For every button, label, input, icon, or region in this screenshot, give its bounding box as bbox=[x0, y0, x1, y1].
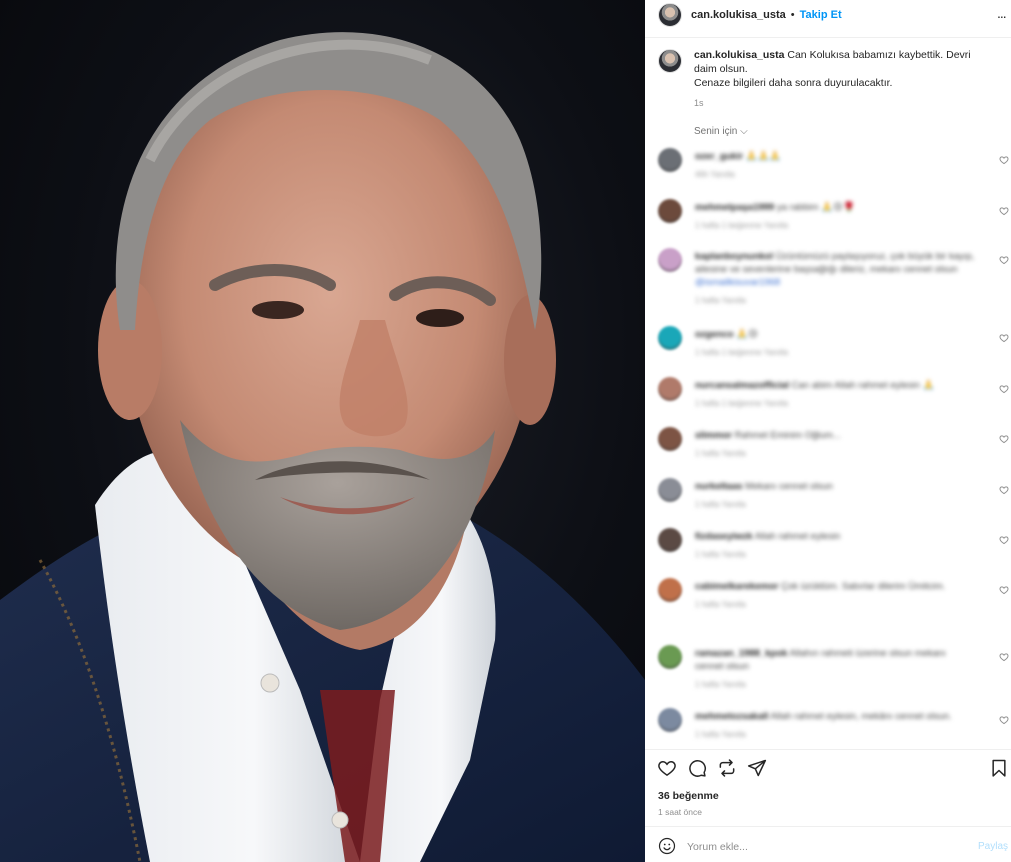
comment-like-icon[interactable] bbox=[999, 434, 1009, 444]
commenter-username[interactable]: mehmetozsakall bbox=[695, 711, 768, 722]
caption-time: 1s bbox=[694, 98, 704, 108]
more-options-icon[interactable]: ... bbox=[997, 6, 1011, 20]
post-photo[interactable] bbox=[0, 0, 645, 862]
action-bar bbox=[645, 758, 1011, 780]
comment-meta[interactable]: 1 hafta Yanıtla bbox=[695, 498, 975, 511]
header-separator: • bbox=[790, 9, 795, 21]
comment-box-divider bbox=[645, 826, 1011, 827]
emoji-icon[interactable] bbox=[658, 837, 676, 855]
comment-meta[interactable]: 1 hafta 1 beğenme Yanıtla bbox=[695, 346, 975, 359]
commenter-username[interactable]: nurcansalmazofficial bbox=[695, 380, 789, 391]
comment-meta[interactable]: 1 hafta Yanıtla bbox=[695, 447, 975, 460]
commenter-username[interactable]: kaplanboynunkol bbox=[695, 251, 773, 262]
comment-like-icon[interactable] bbox=[999, 485, 1009, 495]
commenter-username[interactable]: fizdaseyiwzk bbox=[695, 531, 753, 542]
post-caption: can.kolukisa_usta Can Kolukısa babamızı … bbox=[658, 48, 1003, 110]
comment-body: cabimelkarekemor Çok üzüldüm. Sabırlar d… bbox=[695, 580, 975, 611]
comment-body: slimmor Rahmet Eminim Oğlum... 1 hafta Ya… bbox=[695, 429, 975, 460]
actions-divider bbox=[645, 749, 1011, 750]
commenter-username[interactable]: mehmetpaşa1999 bbox=[695, 202, 774, 213]
commenter-avatar[interactable] bbox=[658, 148, 682, 172]
comment-meta[interactable]: 1 hafta Yanıtla bbox=[695, 678, 975, 691]
commenter-avatar[interactable] bbox=[658, 578, 682, 602]
comment-body: mehmetozsakall Allah rahmet eylesin, mek… bbox=[695, 710, 975, 741]
commenter-avatar[interactable] bbox=[658, 528, 682, 552]
post-comment-button[interactable]: Paylaş bbox=[978, 841, 1008, 852]
comment-body: ozer_gukir 🙏🙏🙏 46h Yanıtla bbox=[695, 150, 975, 181]
comment-body: fizdaseyiwzk Allah rahmet eylesin 1 hafta… bbox=[695, 530, 975, 561]
commenter-username[interactable]: ozgenco bbox=[695, 329, 734, 340]
header-divider bbox=[645, 37, 1011, 38]
comment-like-icon[interactable] bbox=[999, 715, 1009, 725]
commenter-username[interactable]: ramazan_1988_kpok bbox=[695, 648, 787, 659]
comment-input[interactable] bbox=[687, 837, 967, 857]
comment-meta[interactable]: 1 hafta Yanıtla bbox=[695, 294, 975, 307]
commenter-avatar[interactable] bbox=[658, 645, 682, 669]
commenter-avatar[interactable] bbox=[658, 326, 682, 350]
commenter-avatar[interactable] bbox=[658, 478, 682, 502]
comment-mention[interactable]: @ismailkisuvar1968 bbox=[695, 277, 780, 288]
comment-body: mehmetpaşa1999 ya rabbim 🙏😢🌹 1 hafta 1 be… bbox=[695, 201, 975, 232]
comment-body: ramazan_1988_kpok Allahın rahmeti üzerin… bbox=[695, 647, 975, 691]
comment-like-icon[interactable] bbox=[999, 333, 1009, 343]
author-avatar[interactable] bbox=[658, 3, 682, 27]
author-username[interactable]: can.kolukisa_usta bbox=[691, 9, 786, 21]
comment-like-icon[interactable] bbox=[999, 535, 1009, 545]
follow-button[interactable]: Takip Et bbox=[800, 9, 842, 21]
commenter-username[interactable]: ozer_gukir bbox=[695, 151, 743, 162]
commenter-avatar[interactable] bbox=[658, 248, 682, 272]
comment-like-icon[interactable] bbox=[999, 384, 1009, 394]
share-icon[interactable] bbox=[747, 758, 767, 778]
comment-meta[interactable]: 1 hafta 1 beğenme Yanıtla bbox=[695, 219, 975, 232]
comment-sort-dropdown[interactable]: Senin için ⌵ bbox=[694, 126, 748, 137]
comment-like-icon[interactable] bbox=[999, 585, 1009, 595]
comment-like-icon[interactable] bbox=[999, 155, 1009, 165]
heart-icon[interactable] bbox=[657, 758, 677, 778]
caption-line-2: Cenaze bilgileri daha sonra duyurulacakt… bbox=[694, 77, 893, 89]
commenter-avatar[interactable] bbox=[658, 199, 682, 223]
comment-text: Rahmet Eminim Oğlum... bbox=[734, 430, 841, 441]
comment-body: nurcansalmazofficial Can abim Allah rahm… bbox=[695, 379, 975, 410]
likes-count[interactable]: 36 beğenme bbox=[658, 790, 719, 802]
comment-body: nurkeltaas Mekanı cennet olsun 1 hafta Ya… bbox=[695, 480, 975, 511]
comment-meta[interactable]: 1 hafta 1 beğenme Yanıtla bbox=[695, 397, 975, 410]
post-header: can.kolukisa_usta • Takip Et ... bbox=[645, 0, 1011, 30]
comment-like-icon[interactable] bbox=[999, 206, 1009, 216]
comment-body: ozgenco 🙏😢 1 hafta 1 beğenme Yanıtla bbox=[695, 328, 975, 359]
repost-icon[interactable] bbox=[717, 758, 737, 778]
commenter-username[interactable]: slimmor bbox=[695, 430, 732, 441]
comment-body: kaplanboynunkol Üzüntümüzü paylaşıyoruz,… bbox=[695, 250, 975, 307]
comment-meta[interactable]: 1 hafta Yanıtla bbox=[695, 598, 975, 611]
commenter-username[interactable]: nurkeltaas bbox=[695, 481, 743, 492]
comment-meta[interactable]: 1 hafta Yanıtla bbox=[695, 728, 975, 741]
comment-text: Mekanı cennet olsun bbox=[745, 481, 833, 492]
comment-meta[interactable]: 1 hafta Yanıtla bbox=[695, 548, 975, 561]
comment-text: 🙏🙏🙏 bbox=[745, 151, 782, 162]
comment-text: ya rabbim 🙏😢🌹 bbox=[776, 202, 855, 213]
comment-text: Allah rahmet eylesin, mekânı cennet olsu… bbox=[770, 711, 952, 722]
comment-text: Allah rahmet eylesin bbox=[754, 531, 841, 542]
portrait-image bbox=[0, 32, 645, 862]
commenter-avatar[interactable] bbox=[658, 427, 682, 451]
caption-username[interactable]: can.kolukisa_usta bbox=[694, 49, 784, 61]
bookmark-icon[interactable] bbox=[989, 758, 1009, 778]
comment-icon[interactable] bbox=[687, 758, 707, 778]
comment-text: Çok üzüldüm. Sabırlar dilerim Ümitcim. bbox=[781, 581, 946, 592]
comment-text: 🙏😢 bbox=[736, 329, 758, 340]
add-comment-bar: Paylaş bbox=[645, 835, 1011, 859]
commenter-avatar[interactable] bbox=[658, 377, 682, 401]
comment-text: Can abim Allah rahmet eylesin 🙏 bbox=[791, 380, 935, 391]
commenter-username[interactable]: cabimelkarekemor bbox=[695, 581, 778, 592]
post-sidebar: can.kolukisa_usta • Takip Et ... can.kol… bbox=[645, 0, 1011, 862]
post-time-ago: 1 saat önce bbox=[658, 807, 702, 817]
caption-avatar[interactable] bbox=[658, 49, 682, 73]
comment-like-icon[interactable] bbox=[999, 255, 1009, 265]
commenter-avatar[interactable] bbox=[658, 708, 682, 732]
comment-meta[interactable]: 46h Yanıtla bbox=[695, 168, 975, 181]
comment-like-icon[interactable] bbox=[999, 652, 1009, 662]
